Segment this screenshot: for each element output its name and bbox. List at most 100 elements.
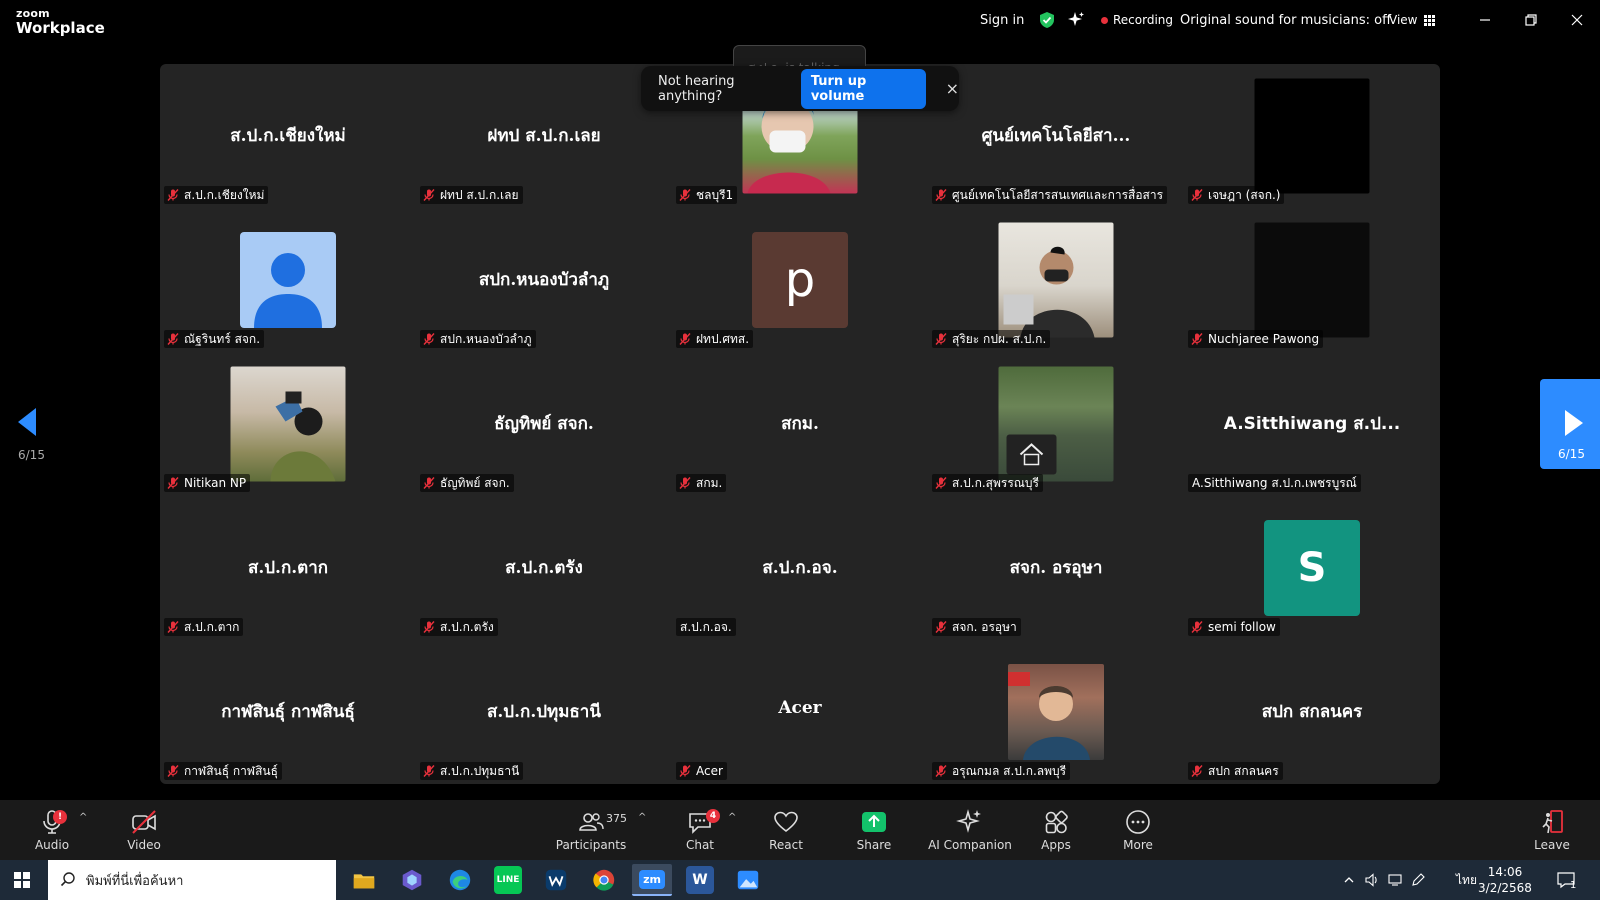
participants-count: 375 (606, 812, 627, 825)
participant-tile[interactable]: S semi follow (1184, 496, 1440, 640)
zoom-taskbar-icon[interactable]: zm (632, 864, 672, 896)
clock-date: 3/2/2568 (1478, 881, 1532, 895)
react-button[interactable]: React (764, 800, 808, 860)
taskbar-clock[interactable]: 14:06 3/2/2568 (1470, 864, 1540, 896)
previous-page-button[interactable]: 6/15 (0, 380, 60, 470)
participant-name-tag: สปก.หนองบัวลำภู (420, 330, 536, 348)
network-icon[interactable] (1387, 872, 1403, 888)
line-app-icon[interactable]: LINE (494, 866, 522, 894)
audio-button[interactable]: Audio (30, 800, 74, 860)
participant-tile[interactable]: Nitikan NP (160, 352, 416, 496)
sparkle-icon[interactable] (1066, 10, 1086, 30)
chevron-up-icon[interactable] (1342, 873, 1356, 887)
next-page-button[interactable]: 6/15 (1540, 379, 1600, 469)
participant-tile[interactable]: สปก สกลนคร สปก สกลนคร (1184, 640, 1440, 784)
participants-button[interactable]: Participants (556, 800, 626, 860)
speaker-icon[interactable] (1364, 872, 1380, 888)
ai-companion-button[interactable]: AI Companion (928, 800, 1012, 860)
participant-center-name: ส.ป.ก.เชียงใหม่ (230, 126, 346, 146)
shield-icon[interactable] (1038, 11, 1056, 29)
share-label: Share (856, 838, 892, 852)
participant-tile[interactable]: ส.ป.ก.ปทุมธานี ส.ป.ก.ปทุมธานี (416, 640, 672, 784)
name-tag-text: อรุณกมล ส.ป.ก.ลพบุรี (952, 763, 1067, 778)
apps-icon (1045, 810, 1068, 834)
pen-icon[interactable] (1410, 872, 1426, 888)
participant-tile[interactable]: ส.ป.ก.อจ. ส.ป.ก.อจ. (672, 496, 928, 640)
participant-tile[interactable]: อรุณกมล ส.ป.ก.ลพบุรี (928, 640, 1184, 784)
participant-tile[interactable]: สจก. อรอุษา สจก. อรอุษา (928, 496, 1184, 640)
name-tag-text: ฝทป.ศทส. (696, 331, 750, 346)
more-button[interactable]: More (1116, 800, 1160, 860)
participant-tile[interactable]: สุริยะ กปผ. ส.ป.ก. (928, 208, 1184, 352)
chat-label: Chat (685, 838, 715, 852)
participant-tile[interactable]: ส.ป.ก.ตาก ส.ป.ก.ตาก (160, 496, 416, 640)
participant-tile[interactable]: กาฬสินธุ์ กาฬสินธุ์ กาฬสินธุ์ กาฬสินธุ์ (160, 640, 416, 784)
app-hexagon-icon[interactable] (398, 866, 426, 894)
recording-indicator[interactable]: Recording (1101, 0, 1173, 40)
mic-muted-icon (423, 477, 435, 489)
participant-tile[interactable]: ธัญทิพย์ สจก. ธัญทิพย์ สจก. (416, 352, 672, 496)
name-tag-text: สปก สกลนคร (1208, 763, 1279, 778)
turn-up-volume-button[interactable]: Turn up volume (800, 68, 926, 109)
participant-tile[interactable]: สกม. สกม. (672, 352, 928, 496)
mic-muted-icon (167, 621, 179, 633)
participant-tile[interactable]: ศูนย์เทคโนโลยีสา... ศูนย์เทคโนโลยีสารสนเ… (928, 64, 1184, 208)
video-off-icon (132, 810, 156, 834)
apps-button[interactable]: Apps (1034, 800, 1078, 860)
webex-icon[interactable] (542, 866, 570, 894)
windows-start-icon[interactable] (14, 872, 30, 888)
view-label: View (1389, 13, 1418, 27)
participant-name-tag: สกม. (676, 474, 727, 492)
participant-tile[interactable]: ส.ป.ก.เชียงใหม่ ส.ป.ก.เชียงใหม่ (160, 64, 416, 208)
participant-tile[interactable]: ณัฐรินทร์ สจก. (160, 208, 416, 352)
clock-time: 14:06 (1487, 865, 1523, 879)
notification-count: 1 (1570, 880, 1577, 891)
participant-tile[interactable]: เจษฎา (สจก.) (1184, 64, 1440, 208)
participant-tile[interactable]: A.Sitthiwang ส.ป... A.Sitthiwang ส.ป.ก.เ… (1184, 352, 1440, 496)
participant-tile[interactable]: Nuchjaree Pawong (1184, 208, 1440, 352)
chat-options-caret[interactable]: ^ (728, 812, 736, 823)
close-icon[interactable]: × (946, 79, 959, 98)
audio-options-caret[interactable]: ^ (79, 812, 87, 823)
original-sound-status[interactable]: Original sound for musicians: off (1180, 0, 1391, 40)
participant-name-tag: ณัฐรินทร์ สจก. (164, 330, 265, 348)
chrome-icon[interactable] (590, 866, 618, 894)
audio-alert-badge: ! (53, 810, 67, 824)
close-window-icon[interactable] (1567, 10, 1587, 30)
file-explorer-icon[interactable] (350, 866, 378, 894)
name-tag-text: ส.ป.ก.สุพรรณบุรี (952, 475, 1039, 490)
participant-center-name: สปก สกลนคร (1261, 702, 1363, 722)
windows-taskbar: พิมพ์ที่นี่เพื่อค้นหา LINE zm W ไทย 14:0… (0, 860, 1600, 900)
view-button[interactable]: View (1389, 0, 1436, 40)
child-photo-icon (1008, 672, 1090, 760)
mic-muted-icon (1191, 621, 1203, 633)
name-tag-text: ฝทป ส.ป.ก.เลย (440, 187, 519, 202)
participant-video-black (1254, 78, 1370, 194)
participant-center-name: ฝทป ส.ป.ก.เลย (487, 126, 601, 146)
edge-browser-icon[interactable] (446, 866, 474, 894)
participant-tile[interactable]: Acer Acer (672, 640, 928, 784)
mic-muted-icon (679, 189, 691, 201)
participant-tile[interactable]: ส.ป.ก.ตรัง ส.ป.ก.ตรัง (416, 496, 672, 640)
sign-in-link[interactable]: Sign in (980, 0, 1024, 40)
mic-muted-icon (167, 189, 179, 201)
photos-app-icon[interactable] (734, 866, 762, 894)
participant-name-tag: ส.ป.ก.ปทุมธานี (420, 762, 524, 780)
taskbar-search-input[interactable]: พิมพ์ที่นี่เพื่อค้นหา (48, 860, 336, 900)
gallery-view: ส.ป.ก.เชียงใหม่ ส.ป.ก.เชียงใหม่ ฝทป ส.ป.… (160, 64, 1440, 784)
video-button[interactable]: Video (122, 800, 166, 860)
participant-tile[interactable]: ฝทป ส.ป.ก.เลย ฝทป ส.ป.ก.เลย (416, 64, 672, 208)
participant-tile[interactable]: สปก.หนองบัวลำภู สปก.หนองบัวลำภู (416, 208, 672, 352)
participant-tile[interactable]: ส.ป.ก.สุพรรณบุรี (928, 352, 1184, 496)
leave-button[interactable]: Leave (1530, 800, 1574, 860)
participant-tile[interactable]: p ฝทป.ศทส. (672, 208, 928, 352)
participants-options-caret[interactable]: ^ (638, 812, 646, 823)
leave-label: Leave (1534, 838, 1570, 852)
participant-photo (998, 222, 1114, 338)
word-icon[interactable]: W (686, 866, 714, 894)
ai-sparkle-icon (956, 809, 981, 833)
share-button[interactable]: Share (852, 800, 896, 860)
minimize-icon[interactable] (1475, 10, 1495, 30)
restore-icon[interactable] (1521, 10, 1541, 30)
participant-center-name: สจก. อรอุษา (1009, 558, 1103, 578)
